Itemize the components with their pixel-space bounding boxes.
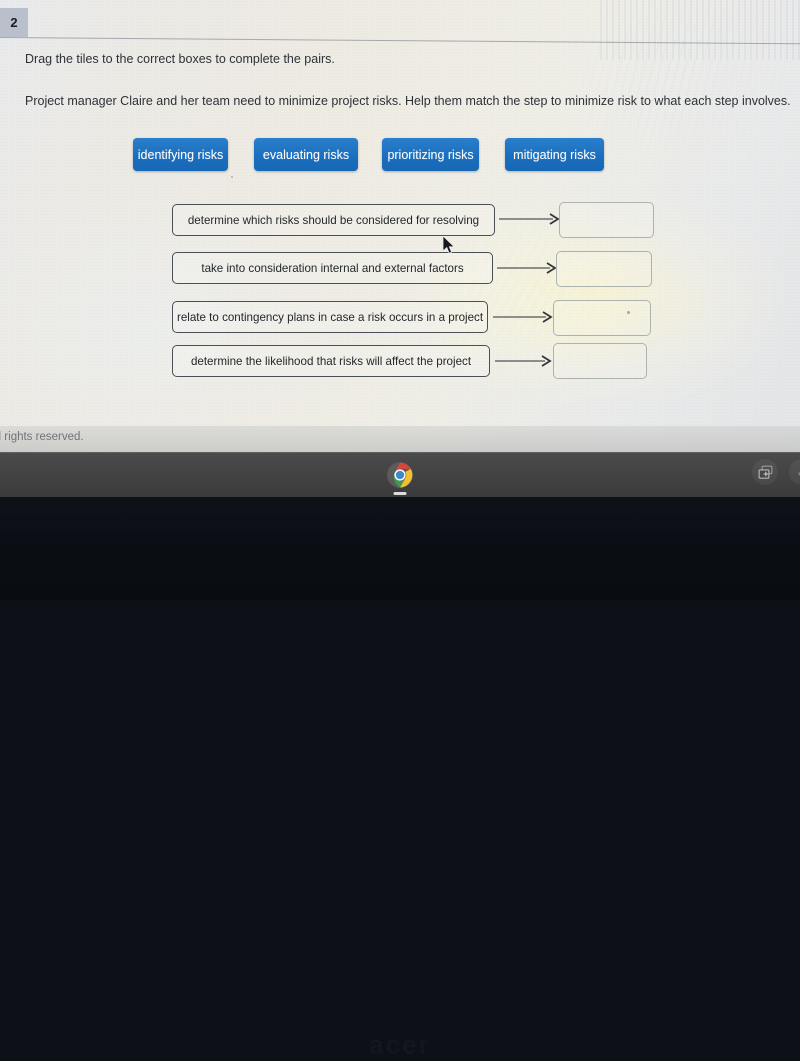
drag-tile-mitigating-risks[interactable]: mitigating risks [505,138,604,171]
statement-box: take into consideration internal and ext… [172,252,493,284]
instruction-secondary: Project manager Claire and her team need… [25,94,791,108]
match-row: determine which risks should be consider… [0,202,800,242]
arrow-right-icon [497,262,558,274]
instruction-primary: Drag the tiles to the correct boxes to c… [25,52,335,66]
arrow-right-icon [495,355,553,367]
drop-target-box[interactable] [556,251,652,287]
arrow-right-icon [499,213,561,225]
statement-box: determine which risks should be consider… [172,204,495,236]
screen-banding-artifact [600,0,800,60]
statement-box: relate to contingency plans in case a ri… [172,301,488,333]
arrow-right-icon [493,311,554,323]
dust-speck [627,311,630,314]
quiz-page: 2 Drag the tiles to the correct boxes to… [0,0,800,452]
match-row: determine the likelihood that risks will… [0,343,800,384]
dust-speck [231,176,233,178]
match-row: relate to contingency plans in case a ri… [0,300,800,340]
shelf-top-edge [0,452,800,453]
drop-target-box[interactable] [553,343,647,379]
drag-tile-evaluating-risks[interactable]: evaluating risks [254,138,358,171]
match-row: take into consideration internal and ext… [0,251,800,291]
chrome-browser-icon[interactable] [387,462,414,489]
drop-target-box[interactable] [559,202,654,238]
copyright-text: ll rights reserved. [0,431,84,443]
brand-logo: acer [369,1029,431,1060]
drag-tile-identifying-risks[interactable]: identifying risks [133,138,228,171]
page-footer-band [0,426,800,452]
statement-box: determine the likelihood that risks will… [172,345,490,377]
drag-tile-prioritizing-risks[interactable]: prioritizing risks [382,138,479,171]
overview-windows-icon[interactable] [752,459,778,485]
header-divider [0,37,800,45]
screenshot-root: 2 Drag the tiles to the correct boxes to… [0,0,800,1060]
laptop-bezel: acer [0,497,800,1060]
chrome-active-indicator [393,492,407,495]
drop-target-box[interactable] [553,300,651,336]
question-number-badge: 2 [0,8,28,37]
